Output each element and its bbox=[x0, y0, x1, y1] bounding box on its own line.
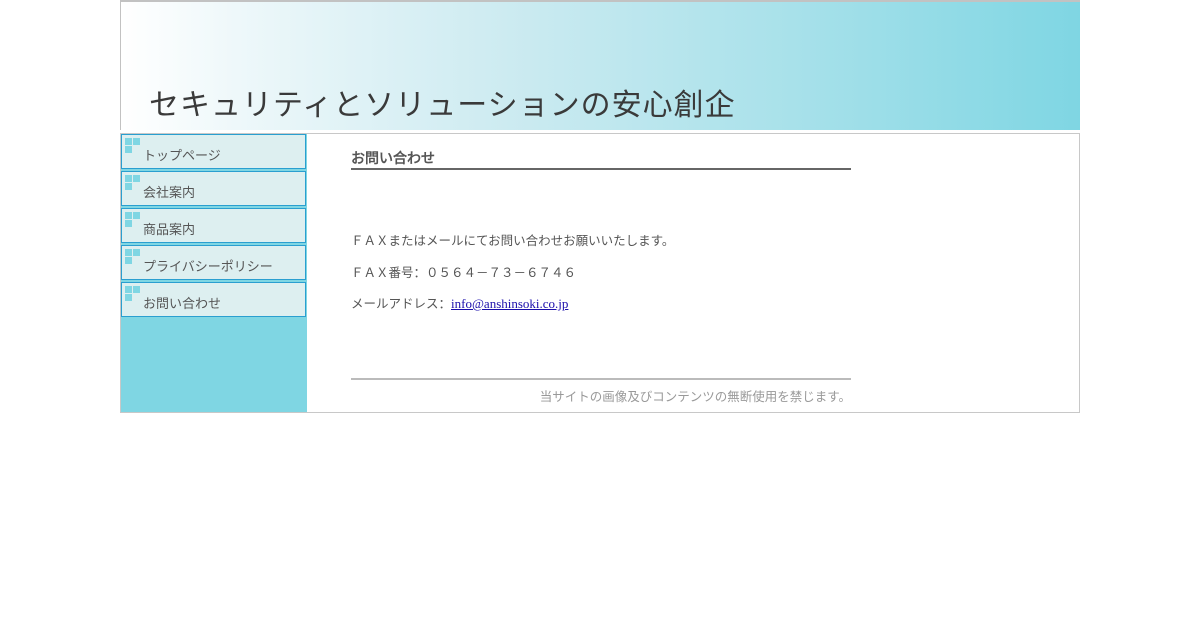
tile-bullet-icon bbox=[125, 175, 141, 191]
sidebar-item-contact[interactable]: お問い合わせ bbox=[121, 282, 306, 317]
site-title: セキュリティとソリューションの安心創企 bbox=[149, 88, 736, 123]
sidebar-item-products[interactable]: 商品案内 bbox=[121, 208, 306, 243]
sidebar-item-top-page[interactable]: トップページ bbox=[121, 134, 306, 169]
sidebar-item-company-info[interactable]: 会社案内 bbox=[121, 171, 306, 206]
email-label: メールアドレス： bbox=[351, 296, 452, 311]
copyright-notice: 当サイトの画像及びコンテンツの無断使用を禁じます。 bbox=[539, 389, 851, 404]
tile-bullet-icon bbox=[125, 286, 141, 302]
page-title: お問い合わせ bbox=[351, 148, 851, 170]
sidebar-item-label: 商品案内 bbox=[143, 223, 196, 238]
email-line: メールアドレス：info@anshinsoki.co.jp bbox=[351, 293, 568, 312]
fax-number-text: ＦＡＸ番号：０５６４－７３－６７４６ bbox=[351, 265, 577, 280]
email-link[interactable]: info@anshinsoki.co.jp bbox=[451, 296, 568, 311]
sidebar-item-label: お問い合わせ bbox=[143, 297, 222, 312]
site-header-banner: セキュリティとソリューションの安心創企 bbox=[120, 0, 1080, 130]
body-frame: トップページ 会社案内 商品案内 プライバシーポリシー お問い合わせ お問い合わ… bbox=[120, 133, 1080, 413]
sidebar-item-label: トップページ bbox=[143, 149, 221, 164]
sidebar-item-label: プライバシーポリシー bbox=[143, 260, 273, 275]
tile-bullet-icon bbox=[125, 212, 141, 228]
footer-divider bbox=[351, 378, 851, 380]
sidebar: トップページ 会社案内 商品案内 プライバシーポリシー お問い合わせ bbox=[121, 134, 307, 412]
sidebar-item-privacy-policy[interactable]: プライバシーポリシー bbox=[121, 245, 306, 280]
tile-bullet-icon bbox=[125, 249, 141, 265]
contact-intro-text: ＦＡＸまたはメールにてお問い合わせお願いいたします。 bbox=[351, 233, 675, 248]
sidebar-item-label: 会社案内 bbox=[143, 186, 196, 201]
tile-bullet-icon bbox=[125, 138, 141, 154]
